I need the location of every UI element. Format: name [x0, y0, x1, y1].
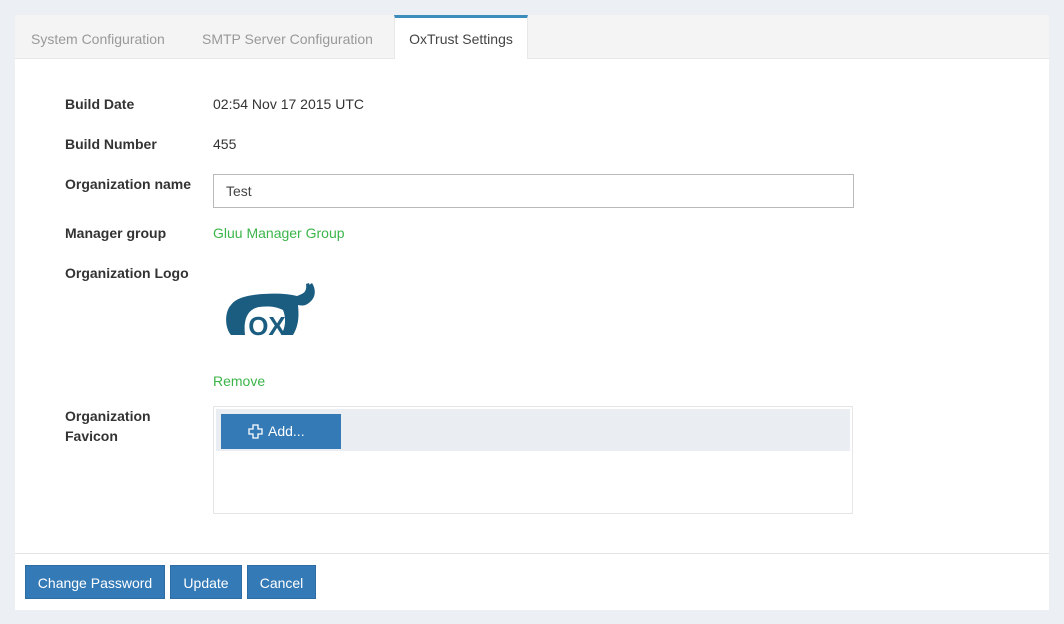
organization-logo-label: Organization Logo [65, 265, 189, 281]
tab-system-configuration[interactable]: System Configuration [31, 15, 165, 58]
organization-name-label: Organization name [65, 176, 192, 192]
settings-panel: System Configuration SMTP Server Configu… [15, 15, 1049, 610]
favicon-label-line1: Organization [65, 408, 151, 424]
change-password-button[interactable]: Change Password [25, 565, 165, 599]
add-button-label: Add... [268, 423, 305, 439]
form-footer: Change Password Update Cancel [15, 553, 1049, 610]
update-button[interactable]: Update [170, 565, 242, 599]
build-date-value: 02:54 Nov 17 2015 UTC [213, 96, 364, 112]
logo-text: OX [248, 311, 286, 341]
organization-name-input[interactable]: Test [213, 174, 854, 208]
organization-logo-image: OX [226, 283, 315, 341]
tab-bar: System Configuration SMTP Server Configu… [15, 15, 1049, 59]
organization-favicon-label: Organization Favicon [65, 406, 151, 446]
upload-toolbar: Add... [216, 409, 850, 451]
manager-group-link[interactable]: Gluu Manager Group [213, 223, 345, 243]
plus-icon [248, 424, 263, 439]
tab-smtp-server-configuration[interactable]: SMTP Server Configuration [202, 15, 373, 58]
favicon-upload-area[interactable]: Add... [213, 406, 853, 514]
build-number-value: 455 [213, 136, 237, 152]
cancel-button[interactable]: Cancel [247, 565, 316, 599]
favicon-label-line2: Favicon [65, 428, 118, 444]
add-favicon-button[interactable]: Add... [221, 414, 341, 449]
remove-logo-link[interactable]: Remove [213, 371, 265, 391]
build-date-label: Build Date [65, 96, 135, 112]
tab-oxtrust-settings[interactable]: OxTrust Settings [394, 15, 528, 59]
build-number-label: Build Number [65, 136, 157, 152]
manager-group-label: Manager group [65, 225, 167, 241]
